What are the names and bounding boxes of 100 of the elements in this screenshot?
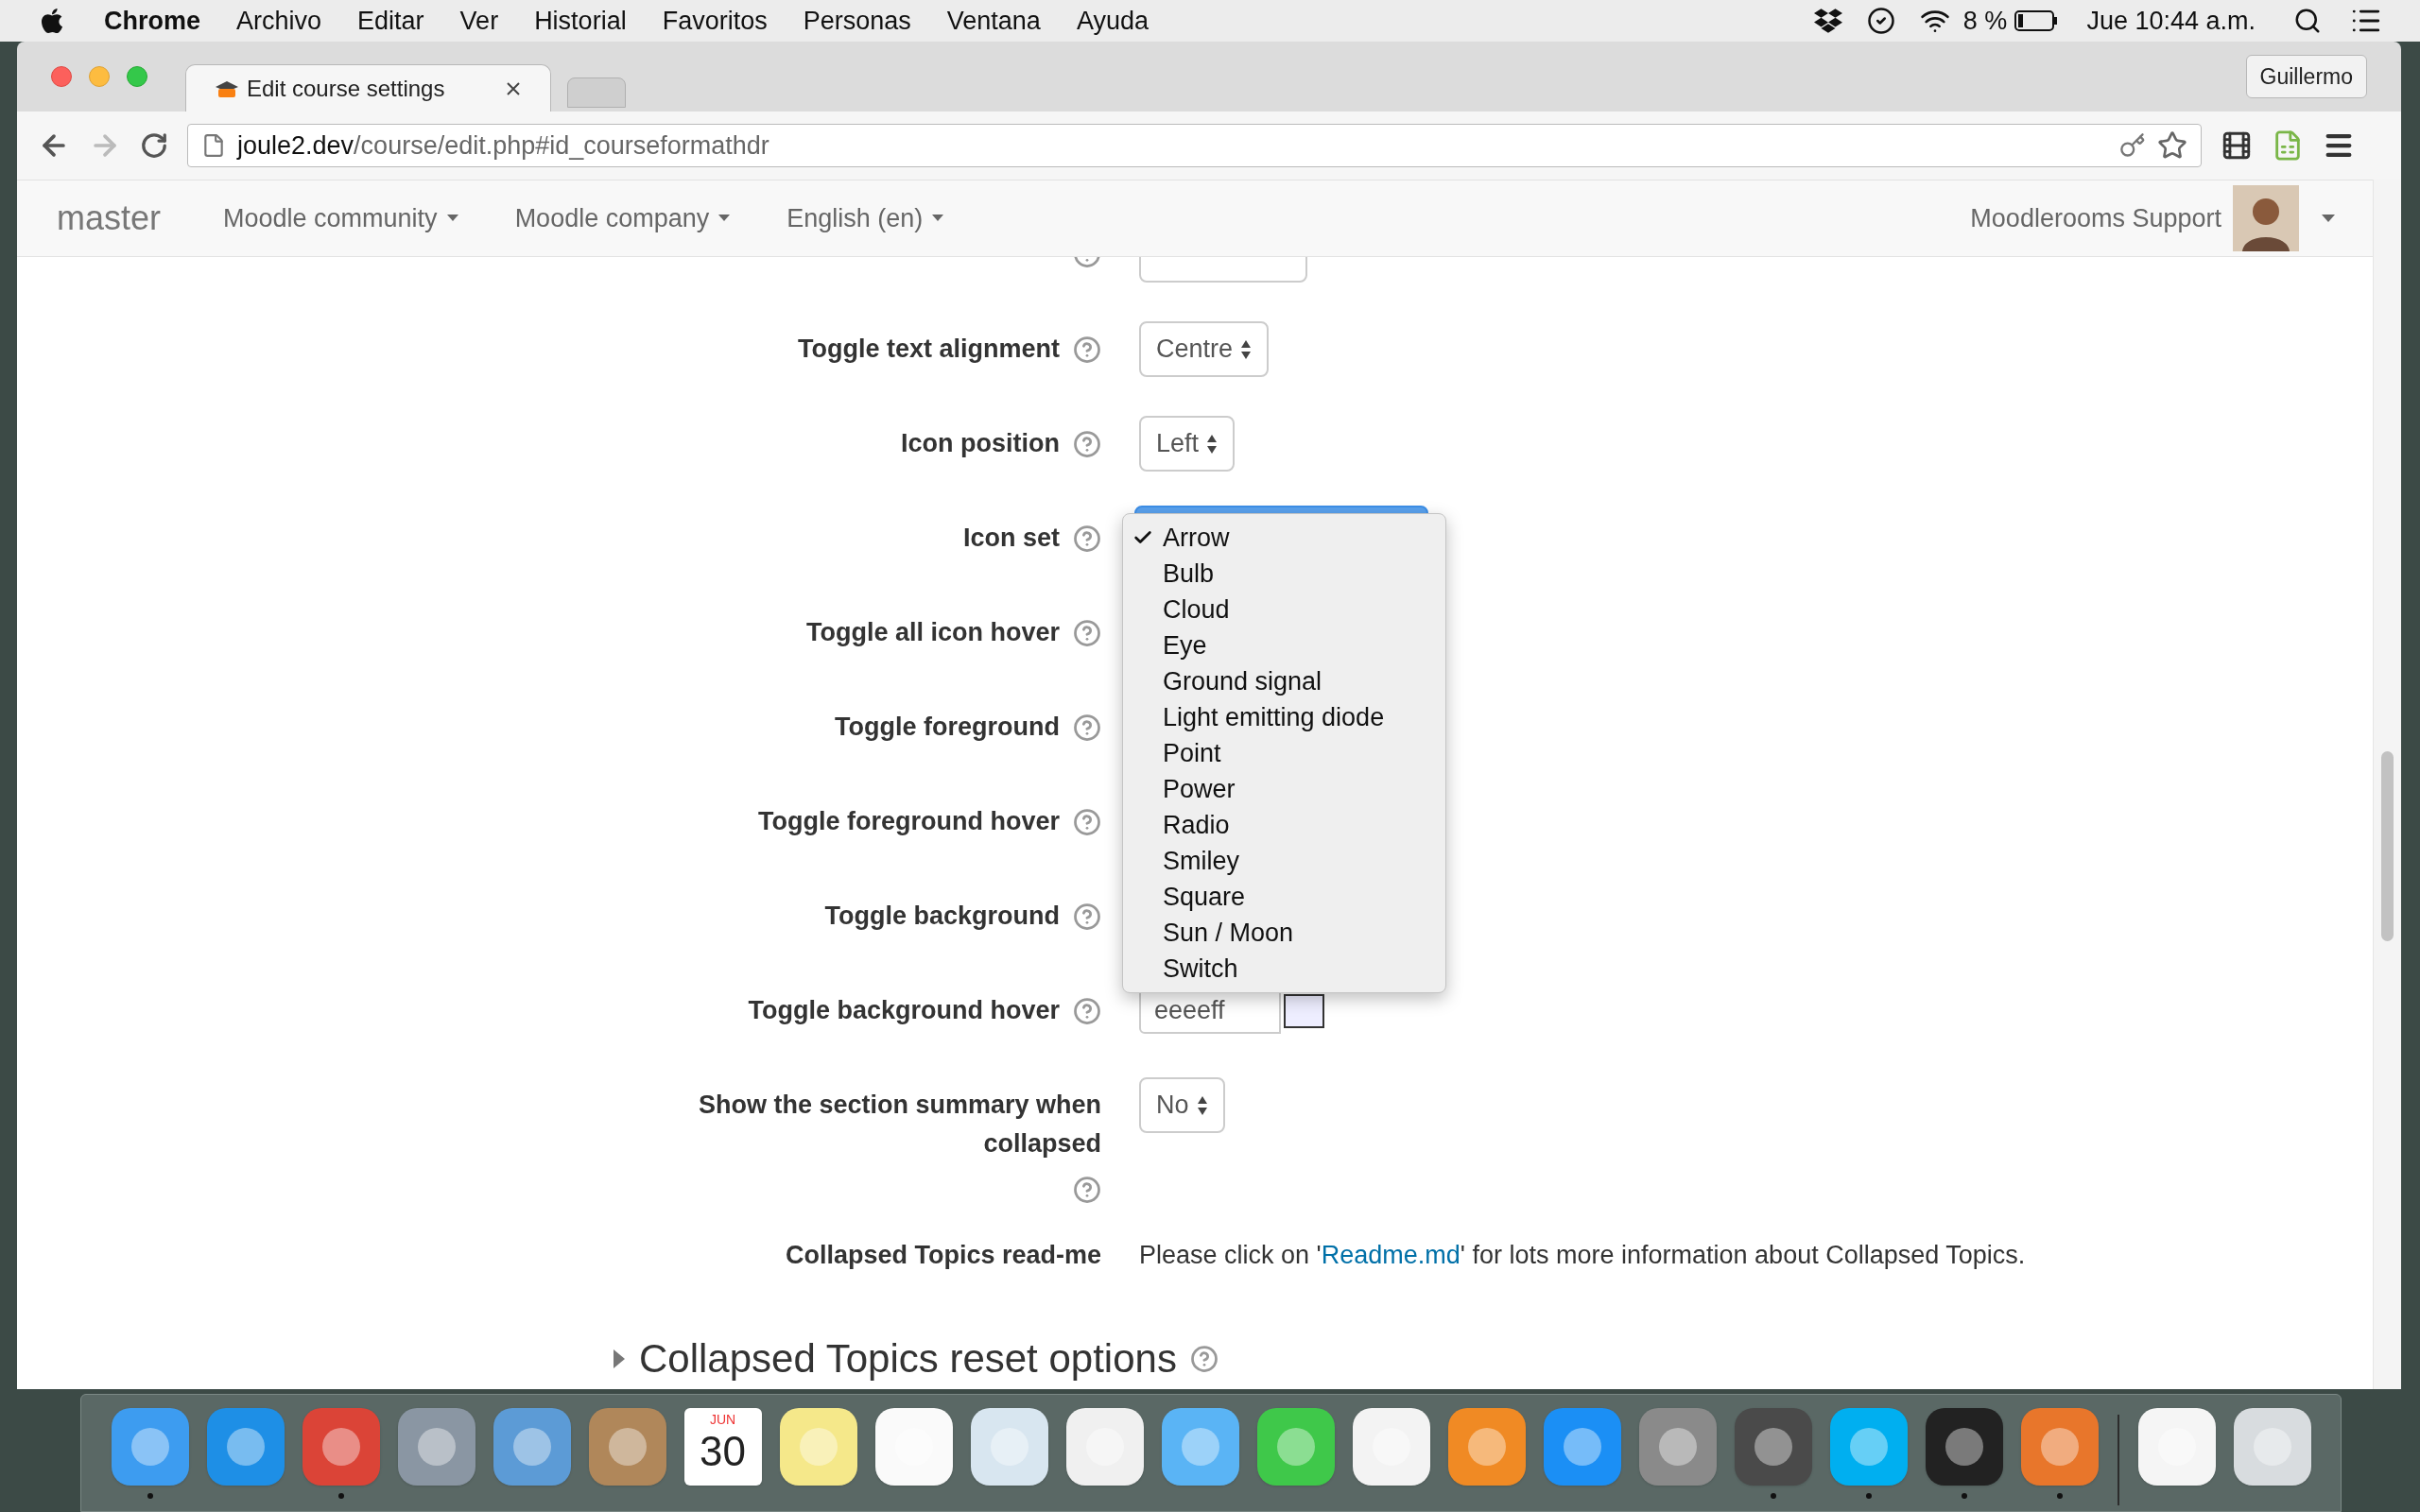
field-label: Icon position	[901, 428, 1060, 459]
key-icon[interactable]	[2119, 132, 2146, 159]
help-icon[interactable]	[1073, 524, 1101, 553]
color-swatch[interactable]	[1284, 993, 1324, 1028]
dropdown-option[interactable]: Point	[1123, 735, 1445, 771]
expand-triangle-icon[interactable]	[613, 1348, 626, 1369]
browser-tab[interactable]: Edit course settings	[185, 64, 551, 112]
user-name[interactable]: Moodlerooms Support	[1970, 198, 2221, 238]
dropdown-option[interactable]: Smiley	[1123, 843, 1445, 879]
section-heading[interactable]: Collapsed Topics reset options	[639, 1329, 1177, 1388]
app-icon[interactable]	[1161, 1408, 1239, 1486]
field-label: Icon set	[962, 523, 1060, 554]
app-icon[interactable]	[874, 1408, 953, 1486]
dropdown-option[interactable]: Radio	[1123, 807, 1445, 843]
caret-icon	[718, 215, 731, 222]
menu-item[interactable]: Archivo	[236, 1, 322, 41]
check-icon[interactable]	[1866, 7, 1895, 35]
film-icon[interactable]	[2221, 129, 2253, 162]
app-icon[interactable]	[397, 1408, 475, 1486]
dropdown-option[interactable]: Bulb	[1123, 556, 1445, 592]
dropdown-option[interactable]: Square	[1123, 879, 1445, 915]
field-label: Toggle background hover	[748, 995, 1060, 1026]
search-icon[interactable]	[2293, 7, 2322, 35]
app-icon[interactable]	[1065, 1408, 1144, 1486]
help-icon[interactable]	[1073, 618, 1101, 647]
menu-item[interactable]: Ver	[459, 1, 499, 41]
field-label: Collapsed Topics read-me	[785, 1240, 1101, 1271]
hat-icon	[215, 78, 239, 98]
dropdown-option[interactable]: Arrow	[1123, 520, 1445, 556]
dropdown-option[interactable]: Eye	[1123, 627, 1445, 663]
nav-menu[interactable]: Moodle community	[223, 198, 458, 238]
maximize-window-icon[interactable]	[127, 66, 147, 87]
app-icon[interactable]	[1638, 1408, 1717, 1486]
app-icon[interactable]	[2233, 1408, 2311, 1486]
reload-icon[interactable]	[140, 131, 168, 160]
dropdown-option[interactable]: Switch	[1123, 951, 1445, 987]
app-icon[interactable]	[111, 1408, 189, 1486]
battery-icon[interactable]	[2014, 10, 2059, 31]
dropdown-option[interactable]: Power	[1123, 771, 1445, 807]
help-icon[interactable]	[1073, 1176, 1101, 1204]
help-icon[interactable]	[1073, 429, 1101, 458]
select-field[interactable]: Left	[1139, 416, 1236, 472]
field-label: Toggle background	[824, 901, 1060, 932]
field-label: Toggle all icon hover	[805, 617, 1060, 648]
menu-item[interactable]: Ventana	[946, 1, 1041, 41]
avatar[interactable]	[2233, 185, 2299, 251]
app-icon[interactable]	[1256, 1408, 1335, 1486]
select-field[interactable]: No	[1139, 1077, 1225, 1133]
menu-item[interactable]: Personas	[803, 1, 911, 41]
help-icon[interactable]	[1073, 996, 1101, 1025]
help-icon[interactable]	[1073, 807, 1101, 836]
app-icon[interactable]	[588, 1408, 666, 1486]
page-icon	[201, 133, 226, 158]
star-icon[interactable]	[2157, 130, 2187, 161]
menu-item[interactable]: Favoritos	[662, 1, 768, 41]
help-icon[interactable]	[1189, 1344, 1219, 1373]
help-icon[interactable]	[1073, 713, 1101, 742]
app-icon[interactable]	[206, 1408, 285, 1486]
app-icon[interactable]	[493, 1408, 571, 1486]
profile-button[interactable]: Guillermo	[2245, 55, 2367, 98]
help-icon[interactable]	[1073, 335, 1101, 364]
app-icon[interactable]	[2020, 1408, 2099, 1486]
app-icon[interactable]	[1447, 1408, 1526, 1486]
close-window-icon[interactable]	[51, 66, 72, 87]
nav-menu[interactable]: Moodle company	[514, 198, 731, 238]
dropdown-option[interactable]: Light emitting diode	[1123, 699, 1445, 735]
site-name[interactable]: master	[57, 193, 162, 244]
select-field[interactable]: Centre	[1139, 321, 1270, 377]
menu-item[interactable]: Ayuda	[1076, 1, 1149, 41]
field-label: Toggle foreground	[835, 712, 1060, 743]
app-icon[interactable]	[779, 1408, 857, 1486]
app-icon[interactable]	[1543, 1408, 1621, 1486]
help-icon[interactable]	[1073, 902, 1101, 931]
field-label: Show the section summary when collapsed	[697, 1090, 1101, 1160]
dropdown-option[interactable]: Sun / Moon	[1123, 915, 1445, 951]
clock[interactable]: Jue 10:44 a.m.	[2086, 1, 2256, 41]
app-icon[interactable]	[302, 1408, 380, 1486]
menu-item[interactable]: Editar	[357, 1, 424, 41]
app-icon[interactable]	[1829, 1408, 1908, 1486]
calendar-app-icon[interactable]: JUN 30	[683, 1408, 762, 1486]
close-tab-icon[interactable]	[505, 79, 522, 97]
scrollbar[interactable]	[2373, 180, 2401, 1389]
dropdown-option[interactable]: Cloud	[1123, 592, 1445, 627]
app-icon[interactable]	[2137, 1408, 2216, 1486]
menu-item[interactable]: Historial	[534, 1, 627, 41]
field-label: Toggle foreground hover	[758, 806, 1060, 837]
box-icon[interactable]	[1813, 7, 1842, 35]
url-text: joule2.dev/course/edit.php#id_courseformathdr	[237, 129, 770, 162]
caret-icon[interactable]	[2322, 214, 2335, 223]
app-menu[interactable]: Chrome	[104, 1, 200, 41]
app-icon[interactable]	[1925, 1408, 2003, 1486]
readme-link[interactable]: Readme.md	[1321, 1241, 1461, 1269]
nav-menu[interactable]: English (en)	[786, 198, 944, 238]
dropdown-option[interactable]: Ground signal	[1123, 663, 1445, 699]
app-icon[interactable]	[970, 1408, 1048, 1486]
app-icon[interactable]	[1734, 1408, 1812, 1486]
caret-icon	[446, 215, 458, 222]
readme-text: Please click on 'Readme.md' for lots more information about Collapsed Topics.	[1139, 1240, 2026, 1271]
app-icon[interactable]	[1352, 1408, 1430, 1486]
address-bar[interactable]: joule2.dev/course/edit.php#id_courseformathdr	[187, 124, 2202, 167]
